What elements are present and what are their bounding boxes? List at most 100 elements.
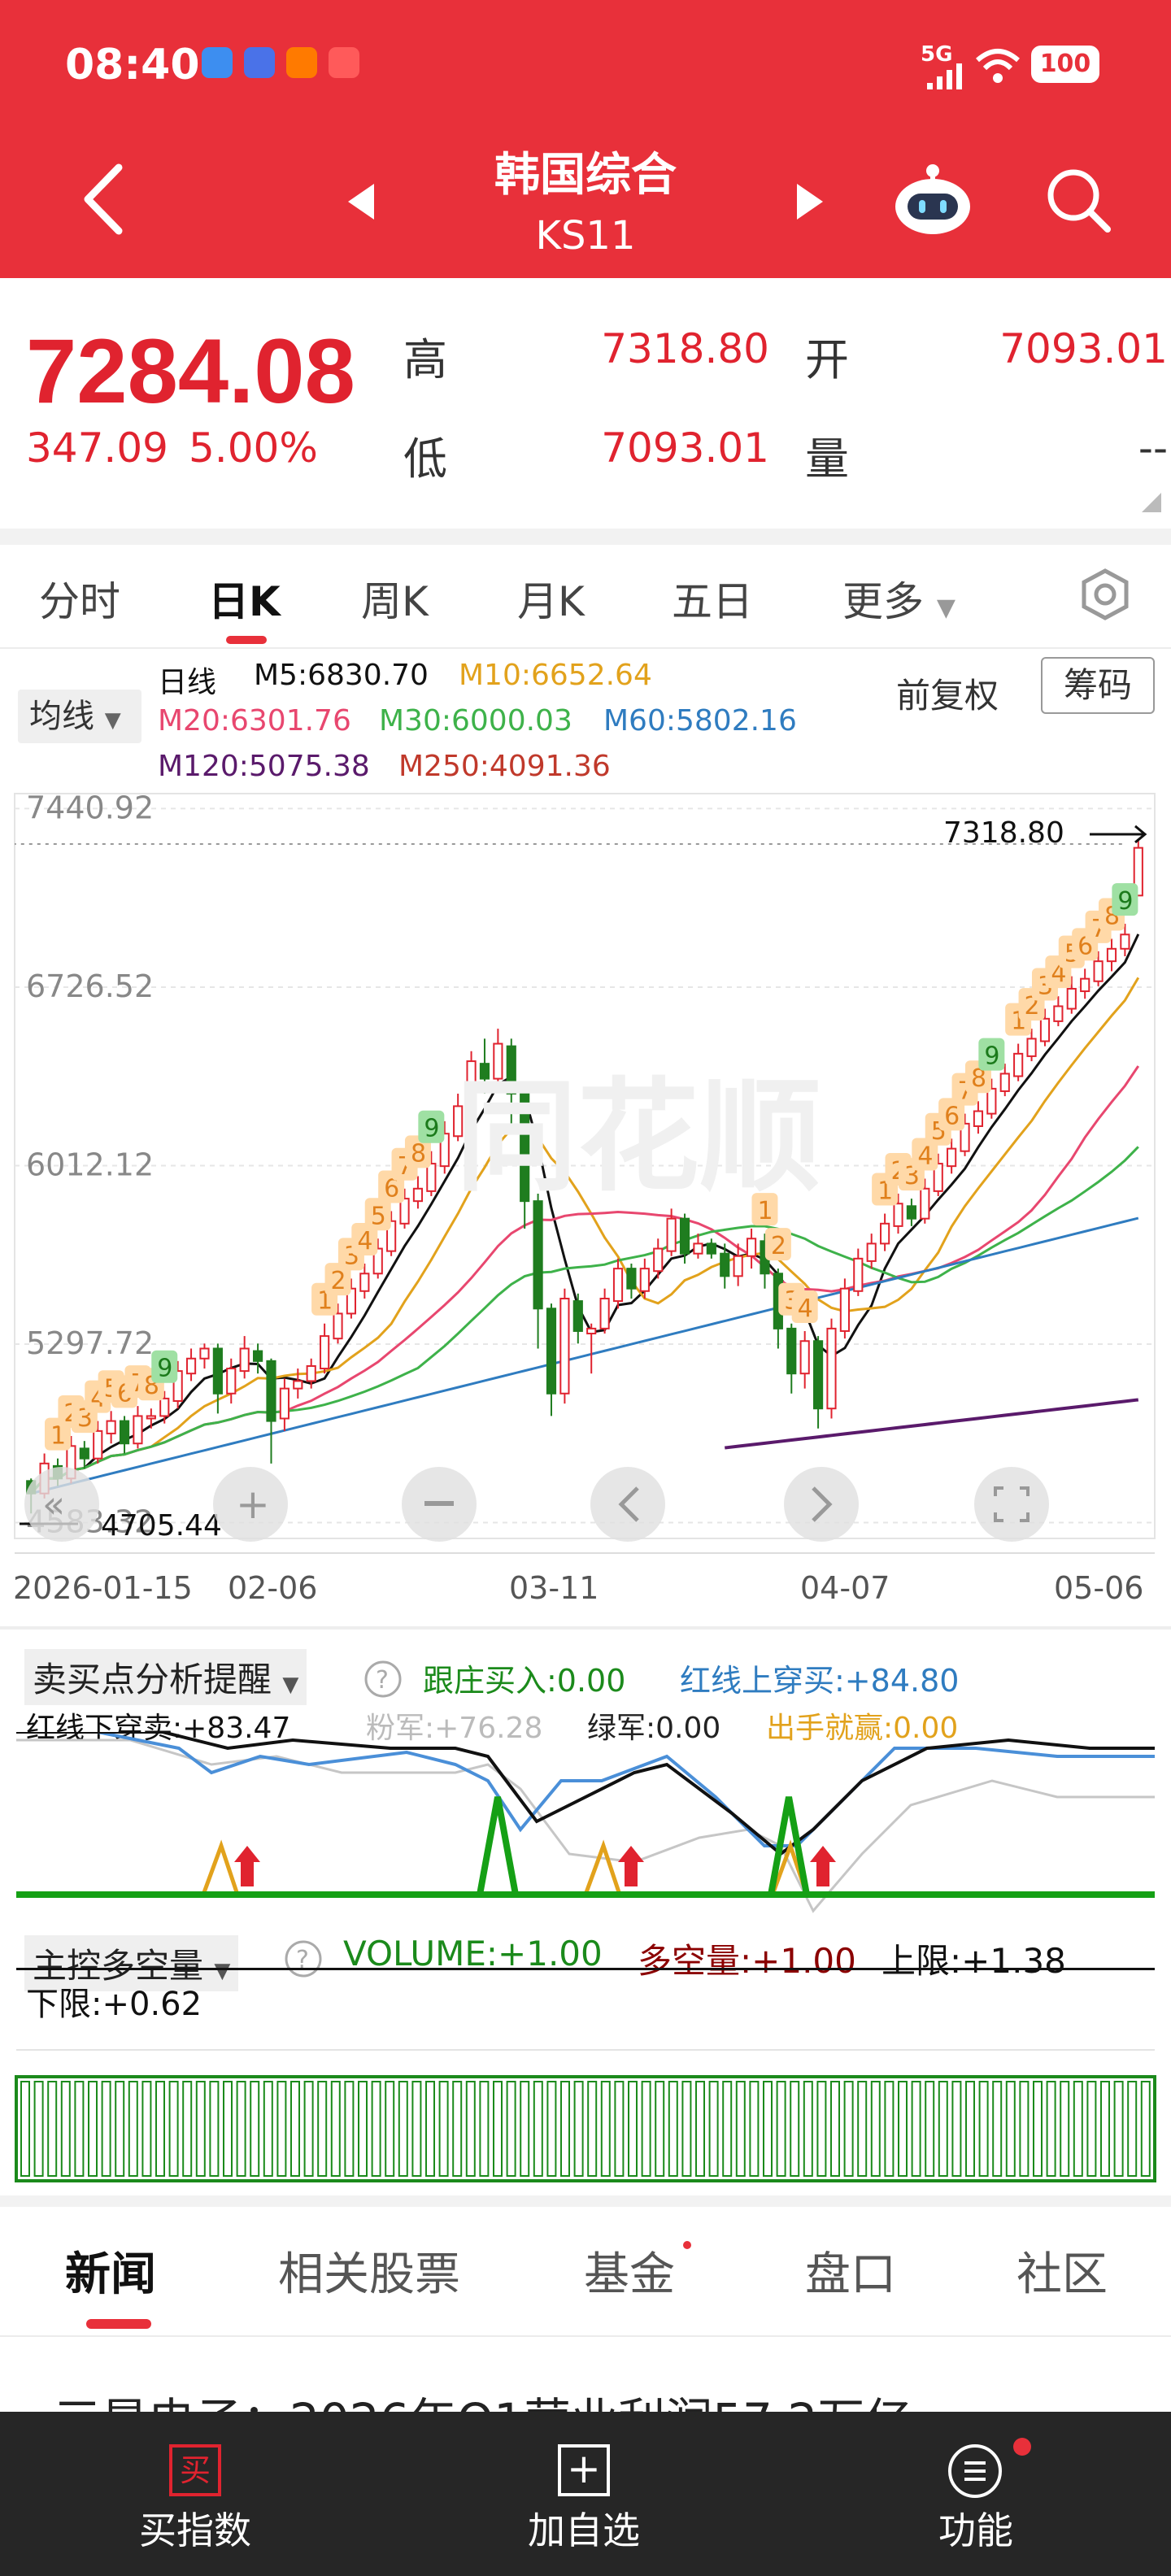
- adjust-mode[interactable]: 前复权: [896, 668, 999, 718]
- price-change-pct: 5.00%: [189, 424, 318, 472]
- indicator1-blue-line: [16, 1732, 1155, 1847]
- candle-body: [306, 1364, 316, 1382]
- y-tick-2: 6012.12: [26, 1147, 154, 1182]
- candle-body: [733, 1255, 743, 1277]
- candle-body: [799, 1340, 810, 1375]
- tab-weekly-k[interactable]: 周K: [361, 569, 429, 628]
- indicator1-grey-line: [16, 1738, 1155, 1913]
- add-watchlist-label[interactable]: 加自选: [478, 2501, 690, 2555]
- ma250-value: M250:4091.36: [398, 750, 611, 783]
- ma30-value: M30:6000.03: [379, 704, 572, 738]
- indicator2-volume-bars[interactable]: [0, 2073, 1171, 2187]
- x-tick-0: 2026-01-15: [13, 1570, 193, 1606]
- signal-icon: [927, 63, 962, 89]
- chevron-down-icon: ▼: [936, 594, 956, 622]
- ma-dropdown[interactable]: 均线 ▼: [18, 690, 141, 743]
- tab-underline: [226, 636, 267, 644]
- menu-icon[interactable]: [947, 2443, 1003, 2500]
- candle-body: [947, 1147, 957, 1168]
- y-tick-1: 6726.52: [26, 968, 154, 1004]
- indicator2-long-short: 多空量:+1.00: [638, 1941, 856, 1981]
- candle-body: [853, 1257, 864, 1292]
- tab-community[interactable]: 社区: [1016, 2238, 1108, 2304]
- candle-body: [786, 1327, 797, 1375]
- chip-distribution-button[interactable]: 筹码: [1041, 657, 1155, 714]
- candle-body: [1080, 977, 1090, 993]
- indicator1-chart[interactable]: [0, 1732, 1171, 1927]
- tab-order-book[interactable]: 盘口: [805, 2238, 896, 2304]
- taobao-notification-icon: [286, 47, 317, 78]
- x-tick-1: 02-06: [228, 1570, 317, 1606]
- buy-arrow-icon: [618, 1846, 644, 1886]
- buy-index-label[interactable]: 买指数: [89, 2501, 301, 2555]
- ma-dropdown-label: 均线: [29, 698, 94, 735]
- candle-body: [586, 1327, 597, 1335]
- tab-five-day[interactable]: 五日: [672, 569, 753, 628]
- td-count: 9: [424, 1115, 439, 1143]
- help-icon[interactable]: ?: [283, 1939, 324, 1979]
- td-count: 9: [984, 1042, 999, 1071]
- index-name: 韩国综合: [494, 149, 677, 202]
- robot-assistant-icon[interactable]: [891, 159, 974, 237]
- td-count: 5: [371, 1202, 386, 1230]
- chart-settings-icon[interactable]: [1078, 568, 1132, 621]
- fullscreen-button[interactable]: [974, 1467, 1049, 1542]
- candle-body: [1093, 960, 1104, 982]
- tab-news[interactable]: 新闻: [65, 2238, 156, 2304]
- candle-body: [106, 1420, 116, 1434]
- scroll-left-button[interactable]: [590, 1467, 665, 1542]
- add-watchlist-icon[interactable]: +: [558, 2444, 610, 2496]
- prev-index-icon[interactable]: [345, 181, 377, 223]
- buy-index-icon[interactable]: 买: [169, 2444, 221, 2496]
- td-count: 4: [917, 1142, 933, 1171]
- price-change: 347.09: [26, 424, 168, 472]
- candle-body: [559, 1298, 570, 1395]
- tab-underline: [86, 2319, 151, 2329]
- tab-daily-k[interactable]: 日K: [208, 569, 281, 628]
- help-icon[interactable]: ?: [363, 1659, 403, 1699]
- buy-arrow-icon: [810, 1846, 836, 1886]
- search-icon[interactable]: [1044, 166, 1112, 234]
- next-index-icon[interactable]: [794, 181, 826, 223]
- expand-corner-icon[interactable]: [1142, 493, 1161, 512]
- volume-value: --: [1138, 424, 1168, 472]
- wifi-icon: [976, 49, 1020, 83]
- tab-more-label: 更多: [842, 578, 924, 625]
- candle-body: [1026, 1038, 1037, 1057]
- x-tick-4: 05-06: [1054, 1570, 1143, 1606]
- back-arrow-icon[interactable]: [78, 163, 127, 236]
- ma10-value: M10:6652.64: [459, 659, 652, 692]
- scroll-right-button[interactable]: [784, 1467, 859, 1542]
- indicator2-lower: 下限:+0.62: [26, 1986, 202, 2023]
- watermark-logo: 同花顺: [455, 1067, 821, 1208]
- candle-body: [1039, 1017, 1051, 1042]
- tab-related-stocks[interactable]: 相关股票: [278, 2238, 460, 2304]
- candle-body: [1066, 987, 1077, 1010]
- status-time: 08:40: [65, 41, 200, 89]
- tab-more[interactable]: 更多 ▼: [842, 569, 956, 628]
- tab-monthly-k[interactable]: 月K: [517, 569, 585, 628]
- indicator1-dropdown[interactable]: 卖买点分析提醒 ▼: [24, 1649, 307, 1705]
- td-count: 8: [411, 1139, 426, 1168]
- volume-bar-frame: [15, 2075, 1156, 2182]
- tab-intraday[interactable]: 分时: [39, 569, 120, 628]
- candle-body: [839, 1287, 850, 1332]
- double-chevron-left-icon: «: [42, 1482, 65, 1526]
- chevron-down-icon: ▼: [214, 1959, 231, 1983]
- current-price: 7284.08: [26, 320, 355, 422]
- candle-body: [679, 1217, 690, 1255]
- candle-body: [973, 1110, 984, 1127]
- ma20-value: M20:6301.76: [158, 704, 351, 738]
- tab-fund[interactable]: 基金: [584, 2238, 675, 2304]
- candle-body: [426, 1163, 437, 1192]
- candle-body: [639, 1268, 650, 1292]
- td-count: 4: [357, 1227, 372, 1255]
- plus-icon: +: [236, 1481, 270, 1528]
- divider: [16, 2049, 1155, 2051]
- candle-body: [599, 1298, 610, 1329]
- function-label[interactable]: 功能: [870, 2501, 1082, 2555]
- candle-body: [266, 1360, 276, 1422]
- high-value: 7318.80: [601, 325, 769, 372]
- candlestick-chart[interactable]: 1234567891234567891234123456789123456789…: [0, 789, 1171, 1618]
- period-label: 日线: [158, 666, 217, 699]
